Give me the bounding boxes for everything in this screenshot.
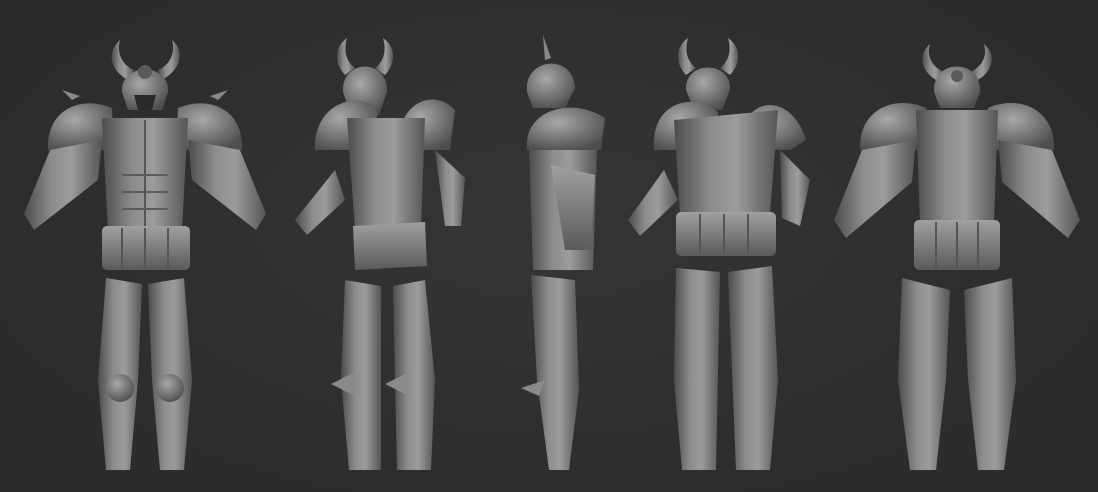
three-quarter-back-view (628, 38, 810, 470)
back-view (834, 44, 1080, 470)
side-view (521, 35, 605, 470)
sculpt-render-canvas (0, 0, 1098, 492)
three-quarter-front-view (295, 38, 465, 470)
front-view (24, 40, 266, 470)
